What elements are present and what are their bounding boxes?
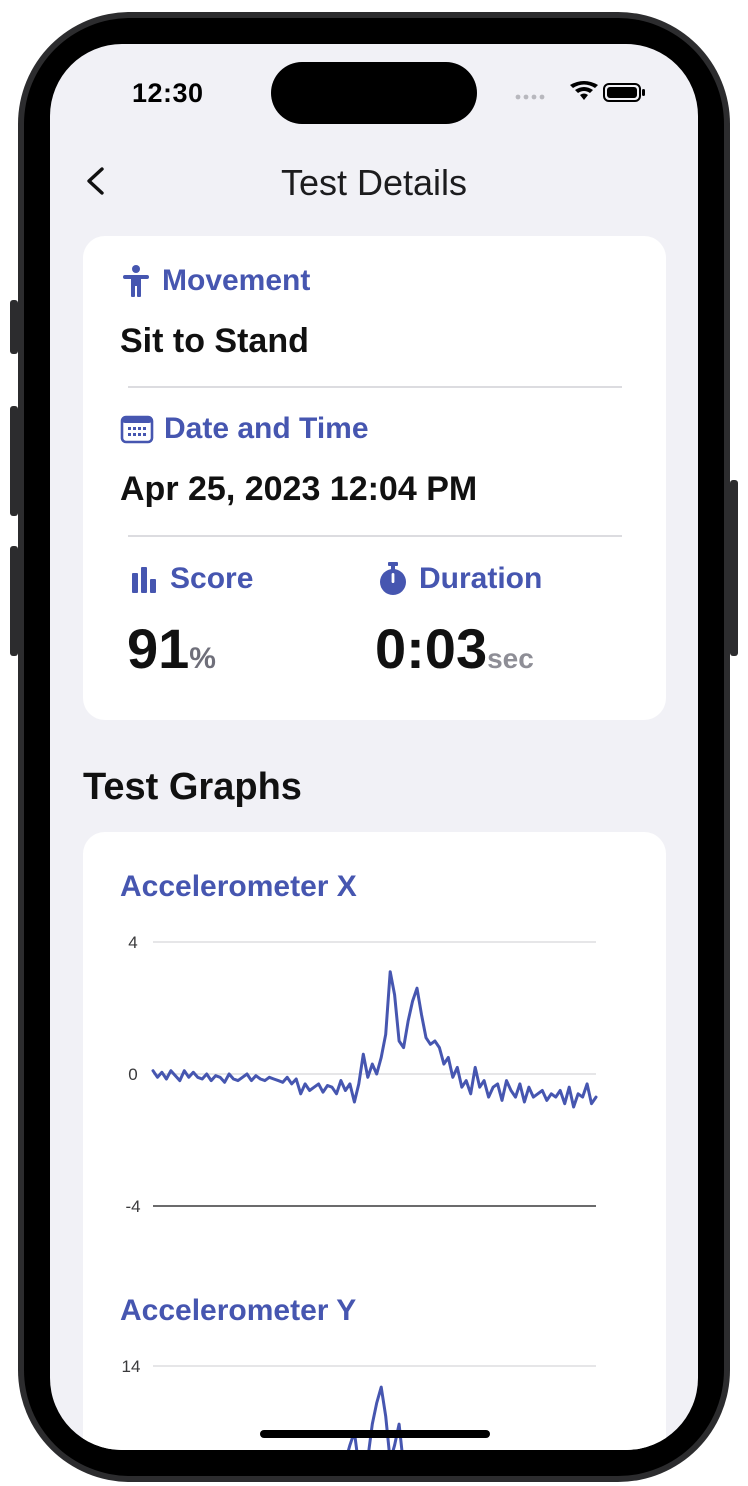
stopwatch-icon [377, 562, 409, 596]
duration-value: 0:03 [375, 617, 488, 680]
silent-switch [10, 300, 18, 354]
y-tick-label: 0 [128, 1065, 137, 1084]
accessibility-person-icon [120, 264, 152, 298]
status-icons [515, 81, 645, 102]
battery-icon [603, 83, 645, 102]
dynamic-island [271, 62, 477, 124]
datetime-label-text: Date and Time [164, 412, 369, 445]
volume-up-button [10, 406, 18, 516]
page-title: Test Details [280, 162, 468, 203]
divider [128, 535, 622, 537]
bar-chart-icon [130, 565, 160, 593]
datetime-value: Apr 25, 2023 12:04 PM [120, 470, 478, 508]
duration-unit: sec [487, 643, 534, 674]
screen: 12:30 Test Details Movement Sit to Stand… [50, 44, 698, 1450]
calendar-icon [120, 414, 154, 444]
chart-title-accelerometer-y: Accelerometer Y [120, 1294, 357, 1327]
score-unit: % [189, 642, 216, 675]
chart-title-accelerometer-x: Accelerometer X [120, 870, 357, 903]
power-button [730, 480, 738, 656]
volume-down-button [10, 546, 18, 656]
test-graphs-card: Accelerometer X 4 0 -4 Accelerometer Y 14 [83, 832, 666, 1450]
test-graphs-heading: Test Graphs [83, 766, 302, 808]
y-tick-label: 14 [122, 1357, 141, 1376]
series-line [346, 1385, 404, 1450]
score-value-group: 91% [127, 616, 216, 681]
signal-icon [515, 94, 545, 100]
duration-label-text: Duration [419, 562, 543, 595]
datetime-label: Date and Time [120, 412, 369, 446]
score-value: 91 [127, 617, 190, 680]
movement-label-text: Movement [162, 264, 311, 297]
chart-accelerometer-x: 4 0 -4 [125, 933, 598, 1216]
movement-label: Movement [120, 264, 310, 298]
test-info-card: Movement Sit to Stand Date and Time Apr … [83, 236, 666, 720]
status-time: 12:30 [132, 78, 204, 108]
series-line [151, 970, 598, 1109]
divider [128, 386, 622, 388]
duration-value-group: 0:03sec [375, 616, 534, 681]
y-tick-label: 4 [128, 933, 137, 952]
wifi-icon [570, 81, 598, 100]
score-label-text: Score [170, 562, 254, 595]
score-label: Score [130, 562, 253, 596]
home-indicator [260, 1430, 490, 1438]
movement-value: Sit to Stand [120, 322, 309, 360]
duration-label: Duration [377, 562, 542, 596]
y-tick-label: -4 [125, 1197, 140, 1216]
